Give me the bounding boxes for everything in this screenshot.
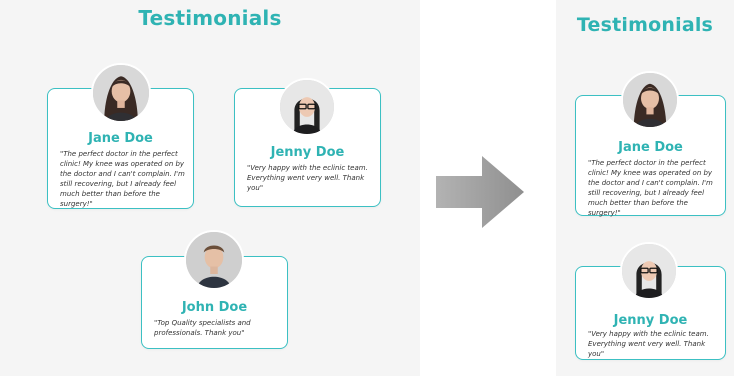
testimonial-quote: "The perfect doctor in the perfect clini… bbox=[588, 159, 713, 217]
mobile-layout-panel: Testimonials Jane Doe "The perfect docto… bbox=[556, 0, 734, 376]
testimonial-name: Jane Doe bbox=[88, 131, 153, 146]
testimonial-quote: "Very happy with the eclinic team. Every… bbox=[247, 164, 368, 192]
testimonial-name: Jenny Doe bbox=[613, 313, 688, 328]
testimonial-name: John Doe bbox=[181, 300, 248, 315]
section-title: Testimonials bbox=[576, 14, 714, 36]
arrow-right-icon bbox=[430, 150, 530, 234]
testimonial-name: Jenny Doe bbox=[270, 145, 345, 160]
woman-glasses-portrait-icon bbox=[278, 78, 336, 136]
testimonial-quote: "Very happy with the eclinic team. Every… bbox=[588, 330, 709, 358]
section-title: Testimonials bbox=[138, 6, 282, 30]
woman-portrait-icon bbox=[621, 71, 679, 129]
man-portrait-icon bbox=[184, 230, 244, 290]
woman-portrait-icon bbox=[91, 63, 151, 123]
desktop-layout-panel: Testimonials Jane Doe "The perfect docto… bbox=[0, 0, 420, 376]
testimonial-name: Jane Doe bbox=[618, 140, 683, 155]
testimonial-quote: "Top Quality specialists and professiona… bbox=[154, 319, 251, 337]
woman-glasses-portrait-icon bbox=[620, 242, 678, 300]
testimonial-quote: "The perfect doctor in the perfect clini… bbox=[60, 150, 185, 208]
